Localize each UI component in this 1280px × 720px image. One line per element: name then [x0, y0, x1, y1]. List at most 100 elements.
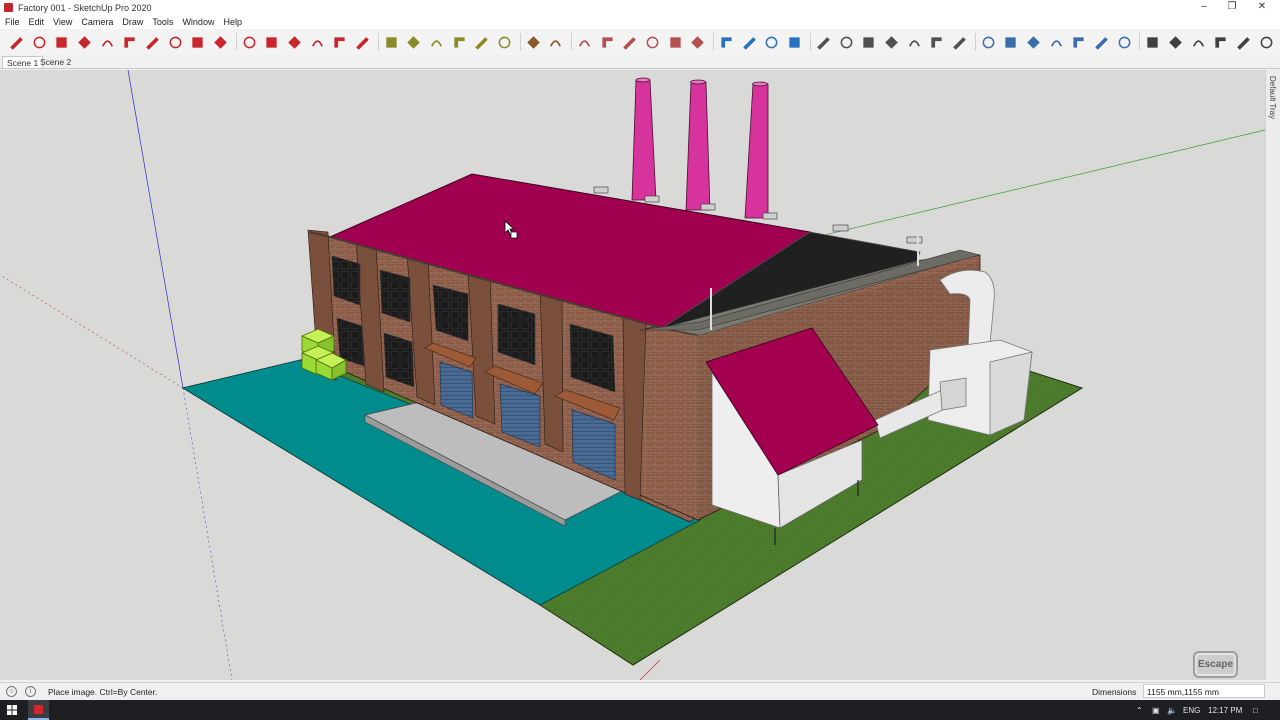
outliner-icon[interactable]: [1212, 34, 1229, 51]
pan-icon[interactable]: [741, 34, 758, 51]
push-pull-icon[interactable]: [263, 34, 280, 51]
menu-view[interactable]: View: [48, 17, 76, 27]
status-message: Place image. Ctrl=By Center.: [48, 687, 158, 697]
red-axis-dashed: [0, 274, 184, 389]
orbit-icon[interactable]: [718, 34, 735, 51]
drawing-area[interactable]: [0, 70, 1265, 680]
toolbar-separator: [1139, 33, 1141, 51]
default-tray-handle[interactable]: Default Tray: [1265, 70, 1280, 680]
close-icon[interactable]: ✕: [1247, 0, 1277, 15]
house-icon[interactable]: [1235, 34, 1252, 51]
info-icon[interactable]: i: [25, 686, 36, 697]
toolbar-separator: [519, 33, 521, 51]
circle-icon[interactable]: [99, 34, 116, 51]
scene-tab-2[interactable]: Scene 2: [36, 56, 75, 68]
volume-icon[interactable]: 🔈: [1167, 706, 1177, 715]
menu-bar: File Edit View Camera Draw Tools Window …: [0, 15, 1280, 29]
sandbox-from-contours-icon[interactable]: [576, 34, 593, 51]
title-bar: Factory 001 - SketchUp Pro 2020 – ❐ ✕: [0, 0, 1280, 15]
freehand-icon[interactable]: [31, 34, 48, 51]
smoove-icon[interactable]: [621, 34, 638, 51]
front-view-icon[interactable]: [860, 34, 877, 51]
measurements-box[interactable]: 1155 mm,1155 mm: [1143, 684, 1265, 698]
blue-axis: [127, 70, 184, 389]
shaded-icon[interactable]: [1070, 34, 1087, 51]
toolbar-separator: [377, 33, 379, 51]
right-view-icon[interactable]: [883, 34, 900, 51]
bottom-view-icon[interactable]: [951, 34, 968, 51]
extension-warehouse-icon[interactable]: [1167, 34, 1184, 51]
move-icon[interactable]: [241, 34, 258, 51]
left-view-icon[interactable]: [928, 34, 945, 51]
shaded-textures-icon[interactable]: [1093, 34, 1110, 51]
menu-draw[interactable]: Draw: [117, 17, 147, 27]
scene-tabs: Scene 1 Scene 2: [0, 55, 1280, 69]
restore-icon[interactable]: ❐: [1217, 0, 1247, 15]
text-icon[interactable]: [451, 34, 468, 51]
hidden-line-icon[interactable]: [1048, 34, 1065, 51]
three-point-arc-icon[interactable]: [189, 34, 206, 51]
polygon-icon[interactable]: [121, 34, 138, 51]
back-view-icon[interactable]: [906, 34, 923, 51]
status-bar: ○ i Place image. Ctrl=By Center. Dimensi…: [0, 682, 1280, 700]
rotated-rectangle-icon[interactable]: [76, 34, 93, 51]
windows-start-icon[interactable]: [7, 705, 17, 715]
show-hidden-icons-icon[interactable]: ⌃: [1136, 706, 1143, 715]
notifications-icon[interactable]: □: [1253, 706, 1258, 715]
dimension-icon[interactable]: [405, 34, 422, 51]
3d-text-icon[interactable]: [496, 34, 513, 51]
language-indicator[interactable]: ENG: [1183, 706, 1200, 715]
toolbar-separator: [809, 33, 811, 51]
arc-icon[interactable]: [144, 34, 161, 51]
window-title: Factory 001 - SketchUp Pro 2020: [18, 2, 152, 13]
eraser-icon[interactable]: [547, 34, 564, 51]
sketchup-taskbar-icon[interactable]: [28, 700, 49, 720]
sandbox-from-scratch-icon[interactable]: [599, 34, 616, 51]
pie-icon[interactable]: [212, 34, 229, 51]
home-icon[interactable]: [1190, 34, 1207, 51]
menu-file[interactable]: File: [0, 17, 24, 27]
top-view-icon[interactable]: [838, 34, 855, 51]
menu-window[interactable]: Window: [177, 17, 218, 27]
offset-icon[interactable]: [354, 34, 371, 51]
sketchup-logo-icon: [4, 3, 13, 12]
rotate-icon[interactable]: [286, 34, 303, 51]
blue-axis-dashed: [182, 387, 233, 680]
red-axis: [639, 659, 661, 680]
escape-key-badge: Escape: [1193, 651, 1238, 678]
minimize-icon[interactable]: –: [1189, 0, 1219, 15]
menu-edit[interactable]: Edit: [24, 17, 49, 27]
zoom-icon[interactable]: [764, 34, 781, 51]
sketchup-window: Factory 001 - SketchUp Pro 2020 – ❐ ✕ Fi…: [0, 0, 1280, 720]
monochrome-icon[interactable]: [1116, 34, 1133, 51]
menu-camera[interactable]: Camera: [76, 17, 117, 27]
components-icon[interactable]: [1258, 34, 1275, 51]
axes-icon[interactable]: [473, 34, 490, 51]
paint-bucket-icon[interactable]: [525, 34, 542, 51]
menu-tools[interactable]: Tools: [147, 17, 177, 27]
wireframe-icon[interactable]: [1025, 34, 1042, 51]
zoom-window-icon[interactable]: [786, 34, 803, 51]
drape-icon[interactable]: [667, 34, 684, 51]
rectangle-icon[interactable]: [53, 34, 70, 51]
protractor-icon[interactable]: [428, 34, 445, 51]
menu-help[interactable]: Help: [218, 17, 246, 27]
geo-location-icon[interactable]: ○: [6, 686, 17, 697]
tray-label: Default Tray: [1268, 76, 1277, 120]
warehouse-icon[interactable]: [1144, 34, 1161, 51]
network-icon[interactable]: ▣: [1152, 706, 1160, 715]
large-tool-set: [0, 29, 1280, 55]
follow-me-icon[interactable]: [309, 34, 326, 51]
add-detail-icon[interactable]: [689, 34, 706, 51]
stamp-icon[interactable]: [644, 34, 661, 51]
toolbar-separator: [974, 33, 976, 51]
iso-view-icon[interactable]: [815, 34, 832, 51]
xray-icon[interactable]: [980, 34, 997, 51]
tape-measure-icon[interactable]: [383, 34, 400, 51]
back-edges-icon[interactable]: [1002, 34, 1019, 51]
os-taskbar: ⌃ ▣ 🔈 ENG 12:17 PM □: [0, 700, 1280, 720]
clock[interactable]: 12:17 PM: [1208, 706, 1242, 715]
two-point-arc-icon[interactable]: [167, 34, 184, 51]
scale-icon[interactable]: [331, 34, 348, 51]
pencil-icon[interactable]: [8, 34, 25, 51]
